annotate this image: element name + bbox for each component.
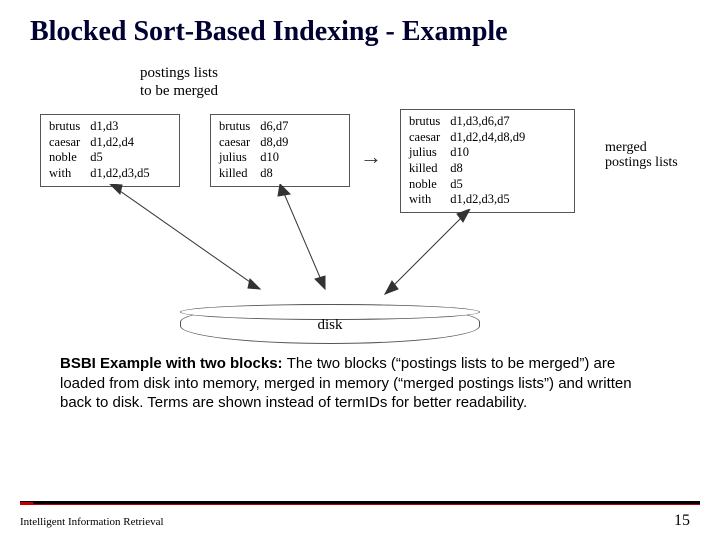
caption: BSBI Example with two blocks: The two bl… (0, 344, 720, 413)
block-1: brutusd1,d3 caesard1,d2,d4 nobled5 withd… (40, 114, 180, 187)
disk-label: disk (181, 317, 479, 334)
footer-left: Intelligent Information Retrieval (20, 516, 164, 528)
slide-title: Blocked Sort-Based Indexing - Example (0, 0, 720, 56)
block-2: brutusd6,d7 caesard8,d9 juliusd10 killed… (210, 114, 350, 187)
arrow-merged-to-disk-icon (380, 209, 500, 309)
page-number: 15 (674, 512, 690, 530)
bsbi-diagram: postings lists to be merged merged posti… (30, 64, 690, 344)
block-2-table: brutusd6,d7 caesard8,d9 juliusd10 killed… (219, 119, 293, 182)
disk-cylinder-icon: disk (180, 304, 480, 344)
arrow-merge-icon: → (360, 144, 382, 170)
block-merged-table: brutusd1,d3,d6,d7 caesard1,d2,d4,d8,d9 j… (409, 114, 530, 208)
block-1-table: brutusd1,d3 caesard1,d2,d4 nobled5 withd… (49, 119, 155, 182)
caption-bold: BSBI Example with two blocks: (60, 355, 287, 372)
label-postings-to-merge: postings lists to be merged (140, 64, 218, 100)
arrow-block1-to-disk-icon (100, 184, 280, 304)
disk: disk (180, 304, 480, 344)
footer-divider (20, 502, 700, 504)
label-merged-postings: merged postings lists (605, 140, 695, 171)
arrow-block2-to-disk-icon (270, 184, 350, 304)
block-merged: brutusd1,d3,d6,d7 caesard1,d2,d4,d8,d9 j… (400, 109, 575, 213)
